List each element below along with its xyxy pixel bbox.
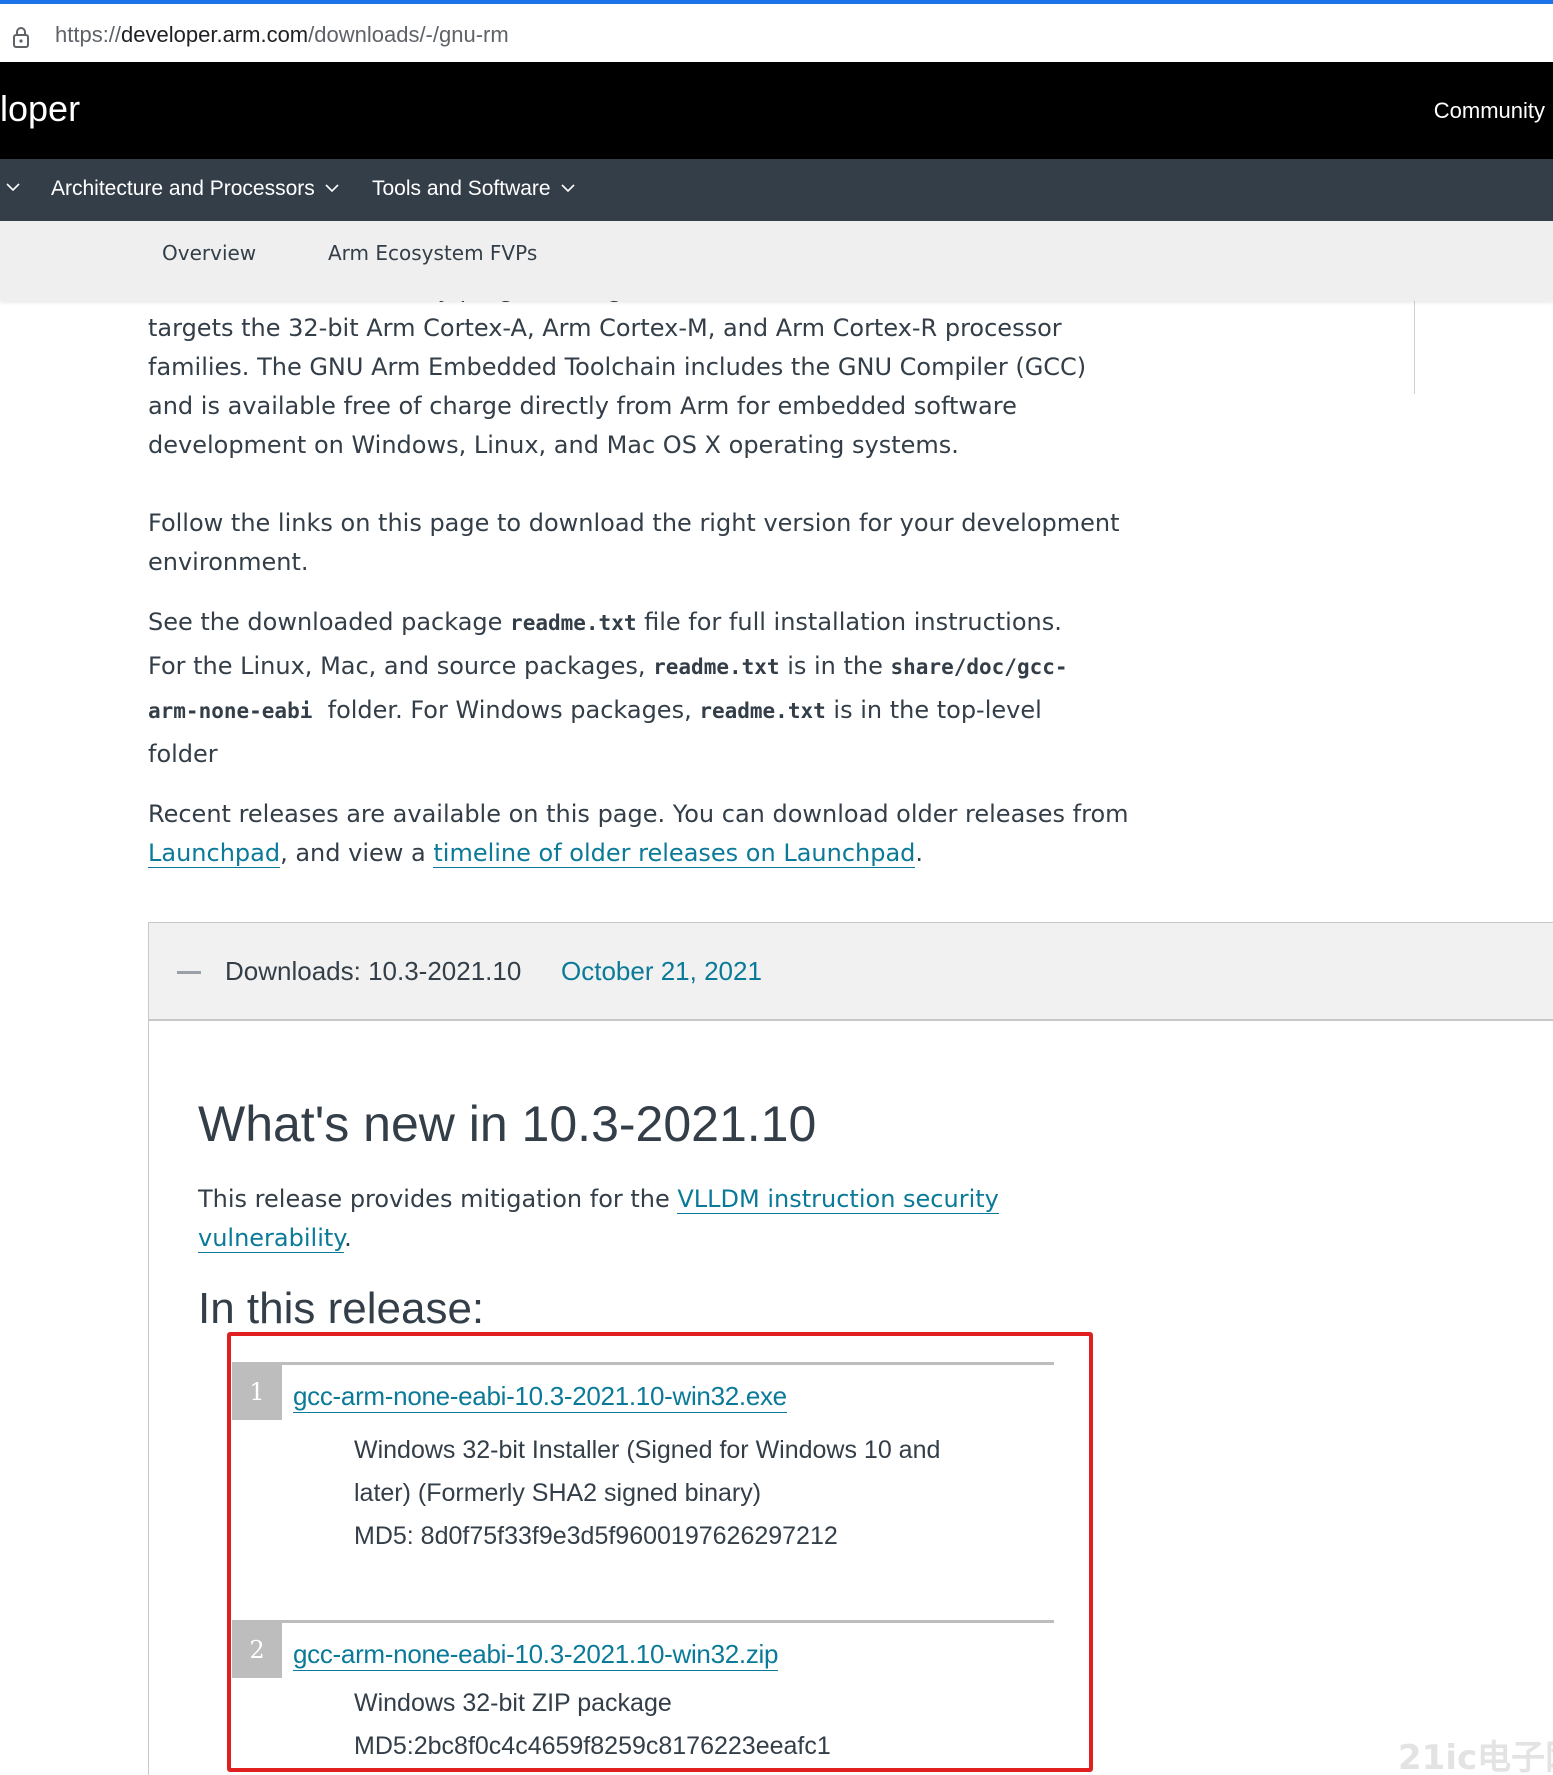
follow-links-paragraph: Follow the links on this page to downloa… xyxy=(148,504,1158,582)
whats-new-heading: What's new in 10.3-2021.10 xyxy=(198,1096,817,1152)
browser-address-bar[interactable]: https://developer.arm.com/downloads/-/gn… xyxy=(0,0,1553,62)
article-body: for C, C++ and assembly programming. The… xyxy=(148,270,1158,873)
intro-line: development on Windows, Linux, and Mac O… xyxy=(148,431,959,459)
site-header: loper Community xyxy=(0,62,1553,159)
readme-filename: readme.txt xyxy=(699,699,826,723)
readme-path: arm-none-eabi xyxy=(148,699,313,723)
readme-text: is in the xyxy=(779,652,891,680)
community-link[interactable]: Community xyxy=(1434,98,1545,124)
collapse-icon[interactable] xyxy=(177,971,201,974)
mitigation-line: This release provides mitigation for the… xyxy=(198,1180,1098,1219)
readme-text: file for full installation instructions. xyxy=(636,608,1062,636)
chevron-down-icon xyxy=(325,183,339,192)
nav-item-tools[interactable]: Tools and Software xyxy=(372,177,575,201)
follow-links-line: Follow the links on this page to downloa… xyxy=(148,509,1120,537)
launchpad-link[interactable]: Launchpad xyxy=(148,839,281,868)
readme-text: See the downloaded package xyxy=(148,608,511,636)
url-host: developer.arm.com xyxy=(121,22,309,47)
intro-line: targets the 32-bit Arm Cortex-A, Arm Cor… xyxy=(148,314,1062,342)
chevron-down-icon xyxy=(561,183,575,192)
readme-text: folder. For Windows packages, xyxy=(312,696,700,724)
mitigation-paragraph: This release provides mitigation for the… xyxy=(198,1180,1098,1258)
tab-arm-ecosystem-fvps[interactable]: Arm Ecosystem FVPs xyxy=(328,241,537,265)
url-path: /downloads/-/gnu-rm xyxy=(308,22,509,47)
readme-text: For the Linux, Mac, and source packages, xyxy=(148,652,654,680)
older-releases-line: Recent releases are available on this pa… xyxy=(148,800,1129,828)
sub-nav: Overview Arm Ecosystem FVPs xyxy=(0,221,1553,301)
nav-item-label: Architecture and Processors xyxy=(51,177,315,200)
accordion-title: Downloads: 10.3-2021.10 xyxy=(225,956,522,986)
older-releases-line: Launchpad, and view a timeline of older … xyxy=(148,834,1158,873)
vlldm-link[interactable]: VLLDM instruction security xyxy=(677,1185,999,1214)
url-text[interactable]: https://developer.arm.com/downloads/-/gn… xyxy=(55,22,509,48)
follow-links-line: environment. xyxy=(148,548,309,576)
mitigation-text: This release provides mitigation for the xyxy=(198,1185,678,1213)
url-scheme: https:// xyxy=(55,22,122,47)
nav-item-label: Tools and Software xyxy=(372,177,551,200)
readme-line: For the Linux, Mac, and source packages,… xyxy=(148,645,1158,689)
older-releases-text: . xyxy=(915,839,924,867)
intro-line: families. The GNU Arm Embedded Toolchain… xyxy=(148,353,1087,381)
intro-line: and is available free of charge directly… xyxy=(148,392,1017,420)
mitigation-text: . xyxy=(344,1224,352,1252)
readme-line: arm-none-eabi folder. For Windows packag… xyxy=(148,689,1158,733)
readme-filename: readme.txt xyxy=(510,611,637,635)
older-releases-text: , and view a xyxy=(280,839,434,867)
in-this-release-heading: In this release: xyxy=(198,1284,485,1333)
mitigation-line: vulnerability. xyxy=(198,1219,1098,1258)
release-date: October 21, 2021 xyxy=(561,956,762,986)
readme-path: share/doc/gcc- xyxy=(890,655,1068,679)
chevron-down-icon[interactable] xyxy=(6,183,20,192)
lock-icon xyxy=(13,27,29,48)
vlldm-link[interactable]: vulnerability xyxy=(198,1224,345,1253)
timeline-launchpad-link[interactable]: timeline of older releases on Launchpad xyxy=(433,839,916,868)
readme-filename: readme.txt xyxy=(653,655,780,679)
readme-paragraph: See the downloaded package readme.txt fi… xyxy=(148,601,1158,776)
readme-line: See the downloaded package readme.txt fi… xyxy=(148,601,1158,645)
sidebar-divider xyxy=(1414,301,1415,394)
highlight-box xyxy=(227,1332,1093,1772)
accordion-header[interactable]: Downloads: 10.3-2021.10 October 21, 2021 xyxy=(149,923,1553,1021)
readme-line: folder xyxy=(148,740,218,768)
older-releases-paragraph: Recent releases are available on this pa… xyxy=(148,795,1158,873)
nav-item-architecture[interactable]: Architecture and Processors xyxy=(51,177,339,201)
watermark-logo: 21ic电子网 xyxy=(1398,1738,1553,1775)
tab-overview[interactable]: Overview xyxy=(162,241,256,265)
readme-text: is in the top-level xyxy=(825,696,1042,724)
main-nav: Architecture and Processors Tools and So… xyxy=(0,159,1553,221)
site-brand[interactable]: loper xyxy=(0,88,80,130)
